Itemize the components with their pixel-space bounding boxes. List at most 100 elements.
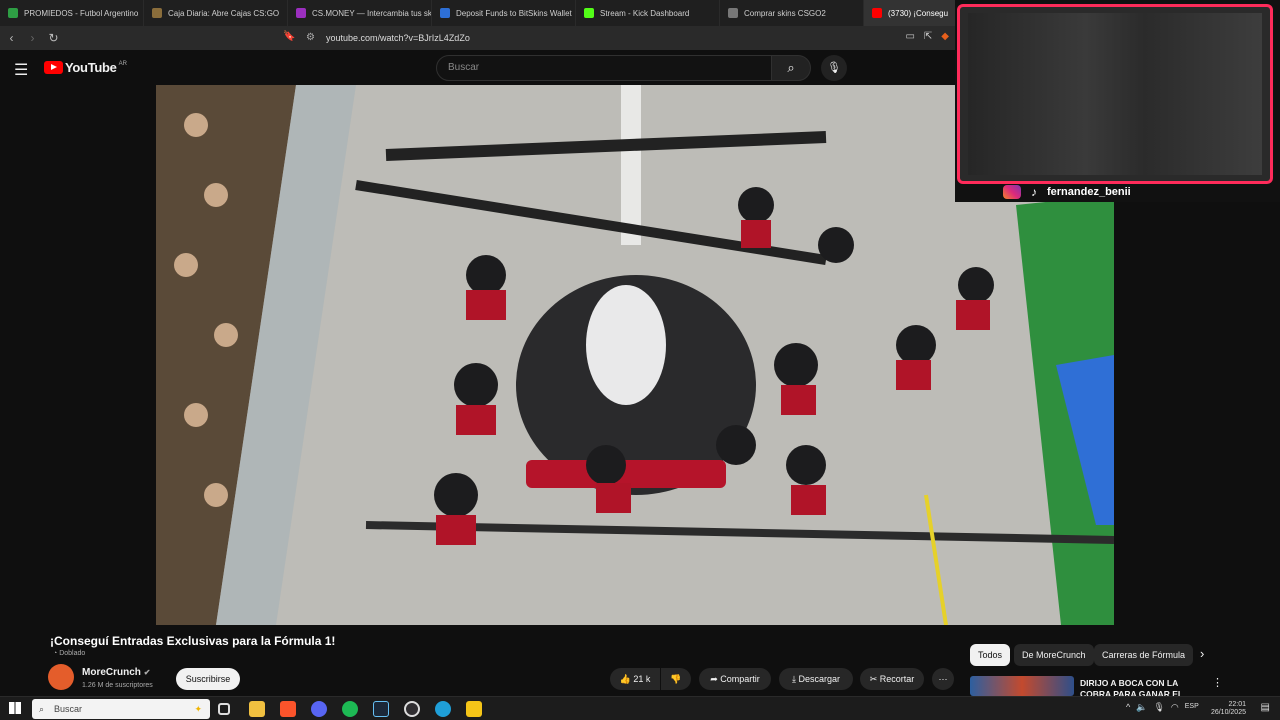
recommended-thumbnail[interactable]	[970, 676, 1074, 696]
favicon-icon	[584, 8, 594, 18]
steam-icon[interactable]	[373, 701, 389, 717]
logo-text: YouTube	[65, 60, 117, 75]
microphone-icon[interactable]: 🎙	[1153, 702, 1164, 713]
chevron-up-icon[interactable]: ^	[1126, 702, 1130, 713]
share-button[interactable]: ➦ Compartir	[699, 668, 771, 690]
clock-date: 26/10/2025	[1210, 709, 1246, 716]
thumbs-down-icon: 👎	[670, 674, 682, 684]
browser-tab-active[interactable]: (3730) ¡Consegu	[864, 0, 959, 26]
handle-text: fernandez_benii	[1047, 186, 1131, 198]
volume-icon[interactable]: 🔈	[1136, 702, 1147, 713]
address-bar-actions: ▭ ⇱ ◆	[905, 31, 949, 42]
browser-tab[interactable]: Caja Diaria: Abre Cajas CS:GO	[144, 0, 288, 26]
notification-icon[interactable]: ▤	[1261, 702, 1270, 713]
address-bar-row: ‹ › ↻ 🔖 ⚙ youtube.com/watch?v=BJrIzL4ZdZo…	[0, 26, 955, 50]
share-label: Compartir	[720, 674, 760, 684]
url-field[interactable]: ⚙ youtube.com/watch?v=BJrIzL4ZdZo	[300, 26, 900, 50]
recommended-menu-icon[interactable]: ⋮	[1212, 676, 1223, 689]
tab-label: Caja Diaria: Abre Cajas CS:GO	[168, 8, 280, 18]
discord-icon[interactable]	[311, 701, 327, 717]
tab-label: Stream - Kick Dashboard	[600, 8, 690, 18]
task-view-icon[interactable]	[218, 703, 230, 715]
facecam-frame	[957, 4, 1273, 184]
search-icon: ⌕	[39, 704, 45, 714]
video-metadata: ¡Conseguí Entradas Exclusivas para la Fó…	[0, 626, 1280, 696]
tab-label: Deposit Funds to BitSkins Wallet	[456, 8, 572, 18]
edge-icon[interactable]	[435, 701, 451, 717]
clock[interactable]: 22:01 26/10/2025	[1211, 701, 1246, 717]
language-label[interactable]: ESP	[1185, 703, 1199, 713]
chip-carreras[interactable]: Carreras de Fórmula	[1094, 644, 1194, 666]
channel-name-text: MoreCrunch	[82, 667, 141, 678]
search-input[interactable]: Buscar	[436, 55, 772, 81]
youtube-header: ☰ YouTube AR Buscar ⌕ 🎙	[0, 50, 955, 85]
bookmark-icon[interactable]: 🔖	[283, 31, 295, 42]
hamburger-menu-icon[interactable]: ☰	[14, 60, 28, 80]
reload-icon[interactable]: ↻	[44, 31, 63, 45]
dubbed-label: ◔ Doblado	[53, 650, 85, 657]
file-explorer-icon[interactable]	[249, 701, 265, 717]
youtube-logo[interactable]: YouTube AR	[44, 60, 127, 75]
windows-start-icon[interactable]	[9, 702, 21, 714]
youtube-play-icon	[44, 61, 63, 74]
tiktok-icon: ♪	[1031, 185, 1037, 199]
like-button[interactable]: 👍 21 k	[610, 668, 660, 690]
recommended-title[interactable]: DIRIJO A BOCA CON LA COBRA PARA GANAR EL	[1080, 678, 1210, 696]
back-icon[interactable]: ‹	[2, 31, 21, 45]
share-icon[interactable]: ⇱	[924, 31, 932, 42]
app-icon[interactable]	[466, 701, 482, 717]
taskbar-search-input[interactable]: ⌕ Buscar ✦	[32, 699, 210, 719]
scissors-icon: ✂	[869, 674, 880, 684]
download-button[interactable]: ⤓ Descargar	[779, 668, 853, 690]
browser-tab[interactable]: PROMIEDOS - Futbol Argentino	[0, 0, 144, 26]
dislike-button[interactable]: 👎	[661, 668, 691, 690]
subscriber-count: 1.26 M de suscriptores	[82, 682, 153, 689]
clock-time: 22:01	[1228, 701, 1246, 708]
channel-avatar[interactable]	[48, 664, 74, 690]
extension-icon[interactable]: ◆	[941, 31, 949, 42]
tab-label: CS.MONEY — Intercambia tus ski	[312, 8, 432, 18]
browser-tab[interactable]: Comprar skins CSGO2	[720, 0, 864, 26]
brave-browser-icon[interactable]	[280, 701, 296, 717]
streamer-handle: ♪ fernandez_benii	[1003, 185, 1131, 199]
more-actions-icon[interactable]: ⋯	[932, 668, 954, 690]
favicon-icon	[8, 8, 18, 18]
browser-tab[interactable]: Stream - Kick Dashboard	[576, 0, 720, 26]
video-title: ¡Conseguí Entradas Exclusivas para la Fó…	[50, 634, 336, 648]
favicon-icon	[728, 8, 738, 18]
tab-label: PROMIEDOS - Futbol Argentino	[24, 8, 139, 18]
chip-de-morecrunch[interactable]: De MoreCrunch	[1014, 644, 1094, 666]
spotify-icon[interactable]	[342, 701, 358, 717]
browser-tab[interactable]: Deposit Funds to BitSkins Wallet	[432, 0, 576, 26]
favicon-icon	[872, 8, 882, 18]
obs-icon[interactable]	[404, 701, 420, 717]
tab-label: Comprar skins CSGO2	[744, 8, 826, 18]
subscribe-button[interactable]: Suscribirse	[176, 668, 240, 690]
chip-todos[interactable]: Todos	[970, 644, 1011, 666]
microphone-icon[interactable]: 🎙	[821, 55, 847, 81]
wifi-icon[interactable]: ◠	[1171, 702, 1179, 713]
favicon-icon	[296, 8, 306, 18]
taskbar: ⌕ Buscar ✦ ^ 🔈 🎙 ◠ ESP 22:01 26/10/2025 ▤	[0, 696, 1280, 720]
instagram-icon	[1003, 185, 1021, 199]
forward-icon[interactable]: ›	[23, 31, 42, 45]
download-label: Descargar	[798, 674, 840, 684]
region-code: AR	[118, 60, 127, 67]
taskbar-search-text: Buscar	[54, 704, 83, 714]
verified-icon: ✔	[143, 668, 151, 677]
channel-name[interactable]: MoreCrunch ✔	[82, 667, 150, 678]
tab-label: (3730) ¡Consegu	[888, 8, 949, 18]
cast-icon[interactable]: ▭	[905, 31, 914, 42]
thumbs-up-icon: 👍	[619, 674, 634, 684]
like-count: 21 k	[633, 674, 651, 684]
browser-tab[interactable]: CS.MONEY — Intercambia tus ski	[288, 0, 432, 26]
favicon-icon	[440, 8, 450, 18]
clip-label: Recortar	[879, 674, 915, 684]
chevron-right-icon[interactable]: ›	[1200, 646, 1204, 661]
facecam-overlay: ♪ fernandez_benii	[955, 0, 1280, 202]
search-highlight-icon: ✦	[194, 704, 202, 714]
site-info-icon[interactable]: ⚙	[306, 26, 315, 50]
dub-text: Doblado	[59, 650, 86, 657]
search-icon[interactable]: ⌕	[771, 55, 811, 81]
clip-button[interactable]: ✂ Recortar	[860, 668, 924, 690]
